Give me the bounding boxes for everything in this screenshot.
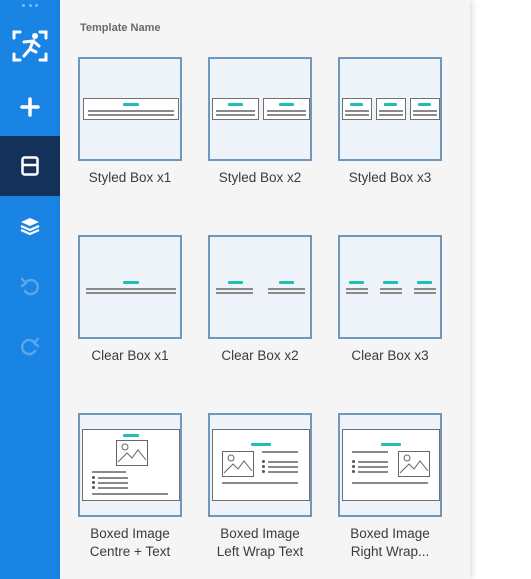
template-thumbnail — [78, 413, 182, 517]
template-label: Boxed Image Left Wrap Text — [216, 526, 304, 559]
template-thumbnail — [338, 57, 442, 161]
template-label: Styled Box x3 — [348, 170, 432, 185]
template-thumbnail — [78, 235, 182, 339]
template-styled-box-x3[interactable]: Styled Box x3 — [338, 57, 442, 187]
runner-logo-icon — [12, 30, 48, 62]
logo-button[interactable] — [0, 16, 60, 76]
layers-button[interactable] — [0, 196, 60, 256]
template-thumbnail — [208, 57, 312, 161]
layout-icon — [21, 156, 39, 176]
template-thumbnail — [338, 235, 442, 339]
template-label: Boxed Image Right Wrap... — [350, 526, 430, 559]
template-thumbnail — [78, 57, 182, 161]
undo-icon — [20, 277, 40, 296]
image-placeholder-icon — [398, 451, 430, 477]
template-boxed-image-left-wrap[interactable]: Boxed Image Left Wrap Text — [208, 413, 312, 561]
template-thumbnail — [338, 413, 442, 517]
template-label: Clear Box x1 — [91, 348, 169, 363]
drag-handle[interactable] — [22, 4, 38, 8]
template-styled-box-x1[interactable]: Styled Box x1 — [78, 57, 182, 187]
add-button[interactable] — [0, 77, 60, 137]
template-thumbnail — [208, 235, 312, 339]
template-thumbnail — [208, 413, 312, 517]
template-label: Styled Box x1 — [88, 170, 172, 185]
sidebar — [0, 0, 60, 579]
image-placeholder-icon — [222, 451, 254, 477]
image-placeholder-icon — [116, 440, 148, 466]
template-boxed-image-right-wrap[interactable]: Boxed Image Right Wrap... — [338, 413, 442, 561]
template-label: Clear Box x3 — [351, 348, 429, 363]
template-label: Clear Box x2 — [221, 348, 299, 363]
redo-button[interactable] — [0, 316, 60, 376]
template-clear-box-x2[interactable]: Clear Box x2 — [208, 235, 312, 365]
template-label: Boxed Image Centre + Text — [89, 526, 171, 559]
template-clear-box-x1[interactable]: Clear Box x1 — [78, 235, 182, 365]
panel-title: Template Name — [80, 22, 161, 34]
template-panel: Template Name Styled Box x1 Styled Box x… — [60, 0, 470, 579]
template-label: Styled Box x2 — [218, 170, 302, 185]
undo-button[interactable] — [0, 256, 60, 316]
templates-button[interactable] — [0, 136, 60, 196]
redo-icon — [20, 337, 40, 356]
template-clear-box-x3[interactable]: Clear Box x3 — [338, 235, 442, 365]
template-boxed-image-centre-text[interactable]: Boxed Image Centre + Text — [78, 413, 182, 561]
template-styled-box-x2[interactable]: Styled Box x2 — [208, 57, 312, 187]
plus-icon — [20, 97, 40, 117]
layers-icon — [20, 218, 40, 236]
